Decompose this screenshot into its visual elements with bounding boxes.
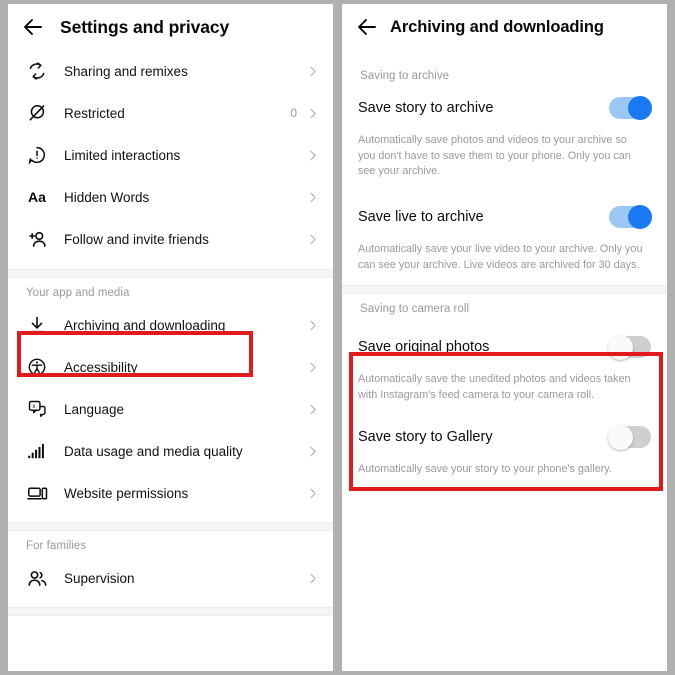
svg-text:x: x — [32, 403, 36, 410]
sidebar-item-data-usage-and-media-quality[interactable]: Data usage and media quality — [8, 430, 333, 472]
sidebar-item-supervision[interactable]: Supervision — [8, 557, 333, 599]
accessibility-icon — [26, 356, 48, 378]
signal-bars-icon — [26, 440, 48, 462]
page-title: Archiving and downloading — [390, 17, 604, 36]
toggle-save-original-photos[interactable] — [608, 334, 651, 360]
sidebar-item-label: Accessibility — [64, 359, 138, 375]
section-header-for-families: For families — [26, 540, 87, 552]
chevron-right-icon — [306, 65, 319, 78]
sidebar-item-label: Language — [64, 401, 125, 417]
section-header-saving-to-archive: Saving to archive — [360, 70, 450, 82]
sidebar-item-sharing-and-remixes[interactable]: Sharing and remixes — [8, 50, 333, 92]
hidden-words-aa-icon: Aa — [28, 189, 46, 205]
sidebar-item-label: Limited interactions — [64, 147, 181, 163]
toggle-knob — [628, 96, 652, 120]
toggle-knob — [608, 334, 633, 360]
chevron-right-icon — [306, 403, 319, 416]
chevron-right-icon — [306, 572, 319, 585]
back-arrow-icon[interactable] — [20, 14, 46, 40]
sidebar-item-language[interactable]: x Language — [8, 388, 333, 430]
section-divider — [342, 285, 667, 295]
sidebar-item-label: Sharing and remixes — [64, 63, 188, 79]
setting-label: Save story to Gallery — [358, 429, 493, 446]
section-header-saving-to-camera-roll: Saving to camera roll — [360, 303, 470, 316]
setting-label: Save original photos — [358, 339, 490, 356]
setting-row-save-live-to-archive[interactable]: Save live to archive — [342, 196, 667, 238]
sidebar-item-label: Restricted — [64, 105, 125, 121]
exclamation-bubble-icon — [26, 144, 48, 166]
sidebar-item-label: Archiving and downloading — [64, 317, 226, 333]
supervision-people-icon — [26, 567, 48, 589]
page-title: Settings and privacy — [60, 16, 230, 37]
left-panel-header: Settings and privacy — [8, 4, 333, 50]
setting-description: Automatically save photos and videos to … — [358, 134, 631, 178]
language-translate-icon: x — [26, 398, 48, 420]
sidebar-item-hidden-words[interactable]: Aa Hidden Words — [8, 176, 333, 218]
toggle-knob — [608, 424, 633, 450]
sidebar-item-archiving-and-downloading[interactable]: Archiving and downloading — [8, 304, 333, 346]
section-divider — [8, 522, 333, 531]
website-permissions-icon — [26, 482, 48, 504]
sidebar-item-accessibility[interactable]: Accessibility — [8, 346, 333, 388]
settings-and-privacy-panel: Settings and privacy Sharing and remixes — [8, 4, 333, 671]
restricted-count: 0 — [290, 106, 297, 120]
screenshot-stage: Settings and privacy Sharing and remixes — [0, 0, 675, 675]
toggle-save-live-to-archive[interactable] — [609, 204, 652, 229]
sidebar-item-follow-and-invite-friends[interactable]: Follow and invite friends — [8, 218, 333, 260]
sidebar-item-label: Follow and invite friends — [64, 231, 209, 247]
toggle-save-story-to-archive[interactable] — [609, 96, 652, 120]
bottom-divider — [8, 607, 333, 616]
chevron-right-icon — [306, 233, 319, 246]
setting-row-save-original-photos[interactable]: Save original photos — [342, 326, 667, 368]
right-panel-header: Archiving and downloading — [342, 4, 667, 50]
add-person-icon — [26, 228, 48, 250]
chevron-right-icon — [306, 487, 319, 500]
chevron-right-icon — [306, 319, 319, 332]
setting-label: Save live to archive — [358, 208, 484, 225]
back-arrow-icon[interactable] — [354, 14, 380, 40]
chevron-right-icon — [306, 107, 319, 120]
sidebar-item-label: Supervision — [64, 570, 135, 586]
download-arrow-icon — [26, 314, 48, 336]
toggle-save-story-to-gallery[interactable] — [608, 424, 651, 450]
sidebar-item-label: Website permissions — [64, 485, 189, 501]
restricted-circle-slash-icon — [26, 102, 48, 124]
setting-description: Automatically save your story to your ph… — [358, 463, 612, 476]
setting-description: Automatically save the unedited photos a… — [358, 373, 631, 401]
section-divider — [8, 269, 333, 278]
section-header-app-and-media: Your app and media — [26, 287, 130, 299]
archiving-and-downloading-panel: Archiving and downloading Saving to arch… — [342, 4, 667, 671]
remix-arrows-icon — [26, 60, 48, 82]
sidebar-item-label: Data usage and media quality — [64, 443, 243, 459]
setting-row-save-story-to-gallery[interactable]: Save story to Gallery — [342, 416, 667, 458]
chevron-right-icon — [306, 445, 319, 458]
sidebar-item-label: Hidden Words — [64, 189, 150, 205]
chevron-right-icon — [306, 361, 319, 374]
toggle-knob — [628, 204, 652, 229]
setting-description: Automatically save your live video to yo… — [358, 242, 643, 271]
sidebar-item-website-permissions[interactable]: Website permissions — [8, 472, 333, 514]
chevron-right-icon — [306, 149, 319, 162]
sidebar-item-limited-interactions[interactable]: Limited interactions — [8, 134, 333, 176]
setting-label: Save story to archive — [358, 100, 494, 116]
setting-row-save-story-to-archive[interactable]: Save story to archive — [342, 87, 667, 129]
chevron-right-icon — [306, 191, 319, 204]
sidebar-item-restricted[interactable]: Restricted 0 — [8, 92, 333, 134]
